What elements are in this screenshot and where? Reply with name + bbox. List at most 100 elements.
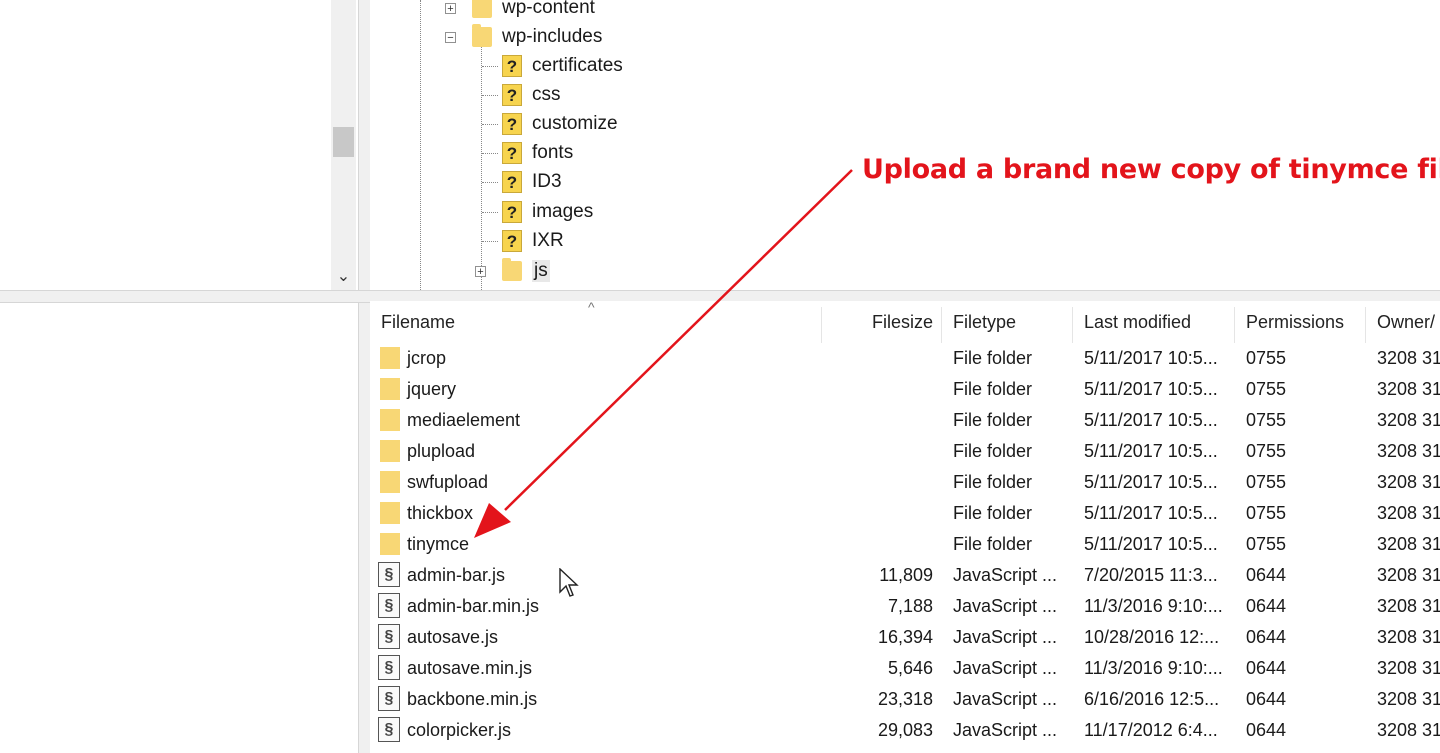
cell-filesize: 5,646 bbox=[887, 658, 933, 678]
table-row[interactable]: plupload File folder 5/11/2017 10:5... 0755… bbox=[370, 436, 1440, 467]
table-row[interactable]: tinymce File folder 5/11/2017 10:5... 0755 3… bbox=[370, 529, 1440, 560]
question-folder-icon: ? bbox=[502, 171, 522, 193]
cell-owner: 3208 31 bbox=[1377, 441, 1440, 461]
cell-permissions: 0755 bbox=[1246, 503, 1287, 523]
local-file-list-pane bbox=[0, 297, 358, 753]
chevron-down-icon[interactable]: ⌄ bbox=[331, 266, 356, 286]
column-header-permissions[interactable]: Permissions bbox=[1246, 311, 1344, 341]
folder-icon bbox=[380, 409, 400, 431]
cell-filetype: File folder bbox=[953, 410, 1033, 430]
column-header-last-modified[interactable]: Last modified bbox=[1084, 311, 1191, 341]
table-row[interactable]: § backbone.min.js 23,318 JavaScript ... 6/16… bbox=[370, 684, 1440, 715]
cell-owner: 3208 31 bbox=[1377, 720, 1440, 740]
cell-filetype: File folder bbox=[953, 441, 1033, 461]
cell-last-modified: 11/3/2016 9:10:... bbox=[1084, 658, 1223, 678]
question-folder-icon: ? bbox=[502, 230, 522, 252]
tree-node-wp-includes[interactable]: − wp-includes bbox=[445, 23, 603, 51]
expand-icon[interactable]: + bbox=[445, 3, 456, 15]
table-row[interactable]: § admin-bar.js 11,809 JavaScript ... 7/20/20… bbox=[370, 560, 1440, 591]
folder-icon bbox=[380, 347, 400, 369]
cell-last-modified: 5/11/2017 10:5... bbox=[1084, 503, 1218, 523]
table-row[interactable]: § autosave.js 16,394 JavaScript ... 10/28/20… bbox=[370, 622, 1440, 653]
cell-filename: autosave.min.js bbox=[407, 658, 533, 678]
column-divider[interactable] bbox=[1234, 307, 1235, 343]
question-folder-icon: ? bbox=[502, 55, 522, 77]
annotation-text: Upload a brand new copy of tinymce file bbox=[862, 154, 1440, 185]
cell-last-modified: 5/11/2017 10:5... bbox=[1084, 534, 1218, 554]
tree-guide-line bbox=[481, 45, 482, 290]
tree-node-ixr[interactable]: ? IXR bbox=[482, 227, 564, 255]
cell-owner: 3208 31 bbox=[1377, 534, 1440, 554]
cell-filename: thickbox bbox=[407, 503, 474, 523]
tree-node-label: css bbox=[532, 84, 561, 105]
table-row[interactable]: swfupload File folder 5/11/2017 10:5... 075… bbox=[370, 467, 1440, 498]
collapse-icon[interactable]: − bbox=[445, 32, 456, 44]
column-divider[interactable] bbox=[941, 307, 942, 343]
table-row[interactable]: § colorpicker.js 29,083 JavaScript ... 11/17… bbox=[370, 715, 1440, 746]
local-tree-scrollbar[interactable]: ⌄ bbox=[331, 0, 356, 290]
cell-filetype: JavaScript ... bbox=[953, 720, 1058, 740]
scrollbar-thumb[interactable] bbox=[333, 127, 354, 157]
column-header-filename[interactable]: Filename bbox=[381, 311, 455, 341]
cell-owner: 3208 31 bbox=[1377, 565, 1440, 585]
folder-icon bbox=[502, 258, 522, 281]
tree-node-label: wp-includes bbox=[502, 26, 603, 47]
tree-node-label: IXR bbox=[532, 230, 564, 251]
tree-node-js[interactable]: + js bbox=[475, 257, 550, 285]
cell-filename: jcrop bbox=[407, 348, 447, 368]
folder-icon bbox=[380, 378, 400, 400]
cell-filesize: 29,083 bbox=[877, 720, 933, 740]
javascript-file-icon: § bbox=[378, 686, 400, 711]
remote-tree-pane: + wp-content − wp-includes ? certificates? css… bbox=[370, 0, 1440, 290]
column-divider[interactable] bbox=[1365, 307, 1366, 343]
javascript-file-icon: § bbox=[378, 655, 400, 680]
table-row[interactable]: jcrop File folder 5/11/2017 10:5... 0755 320… bbox=[370, 343, 1440, 374]
cell-last-modified: 11/17/2012 6:4... bbox=[1084, 720, 1218, 740]
cell-owner: 3208 31 bbox=[1377, 596, 1440, 616]
table-row[interactable]: § admin-bar.min.js 7,188 JavaScript ... 11/3… bbox=[370, 591, 1440, 622]
cell-permissions: 0755 bbox=[1246, 348, 1287, 368]
cell-permissions: 0644 bbox=[1246, 689, 1287, 709]
table-row[interactable]: jquery File folder 5/11/2017 10:5... 0755 32… bbox=[370, 374, 1440, 405]
cell-filetype: JavaScript ... bbox=[953, 658, 1058, 678]
cell-last-modified: 5/11/2017 10:5... bbox=[1084, 410, 1218, 430]
tree-node-images[interactable]: ? images bbox=[482, 198, 594, 226]
cell-last-modified: 5/11/2017 10:5... bbox=[1084, 441, 1218, 461]
cell-filename: mediaelement bbox=[407, 410, 521, 430]
tree-guide-line bbox=[420, 0, 421, 290]
tree-node-customize[interactable]: ? customize bbox=[482, 110, 618, 138]
cell-filesize: 11,809 bbox=[879, 565, 933, 585]
tree-guide-line bbox=[482, 212, 498, 213]
column-header-owner[interactable]: Owner/ bbox=[1377, 311, 1435, 341]
cell-permissions: 0644 bbox=[1246, 658, 1287, 678]
tree-node-fonts[interactable]: ? fonts bbox=[482, 139, 573, 167]
question-folder-icon: ? bbox=[502, 201, 522, 223]
expand-icon[interactable]: + bbox=[475, 266, 486, 278]
cell-owner: 3208 31 bbox=[1377, 658, 1440, 678]
local-tree-pane: ⌄ bbox=[0, 0, 358, 290]
tree-node-label: customize bbox=[532, 113, 618, 134]
tree-node-css[interactable]: ? css bbox=[482, 81, 561, 109]
cell-permissions: 0755 bbox=[1246, 472, 1287, 492]
javascript-file-icon: § bbox=[378, 562, 400, 587]
folder-icon bbox=[380, 533, 400, 555]
tree-node-label: images bbox=[532, 201, 594, 222]
tree-node-wp-content[interactable]: + wp-content bbox=[445, 0, 595, 22]
tree-node-certificates[interactable]: ? certificates bbox=[482, 52, 623, 80]
javascript-file-icon: § bbox=[378, 717, 400, 742]
cell-owner: 3208 31 bbox=[1377, 689, 1440, 709]
tree-node-id3[interactable]: ? ID3 bbox=[482, 168, 562, 196]
table-row[interactable]: thickbox File folder 5/11/2017 10:5... 0755… bbox=[370, 498, 1440, 529]
column-divider[interactable] bbox=[1072, 307, 1073, 343]
folder-icon bbox=[380, 471, 400, 493]
cell-filetype: File folder bbox=[953, 379, 1033, 399]
tree-guide-line bbox=[482, 124, 498, 125]
cell-last-modified: 7/20/2015 11:3... bbox=[1084, 565, 1218, 585]
table-row[interactable]: mediaelement File folder 5/11/2017 10:5...… bbox=[370, 405, 1440, 436]
table-row[interactable]: § autosave.min.js 5,646 JavaScript ... 11/3/… bbox=[370, 653, 1440, 684]
column-header-filetype[interactable]: Filetype bbox=[953, 311, 1016, 341]
question-folder-icon: ? bbox=[502, 84, 522, 106]
column-header-filesize[interactable]: Filesize bbox=[821, 311, 933, 341]
cell-filetype: JavaScript ... bbox=[953, 689, 1058, 709]
folder-icon bbox=[380, 502, 400, 524]
